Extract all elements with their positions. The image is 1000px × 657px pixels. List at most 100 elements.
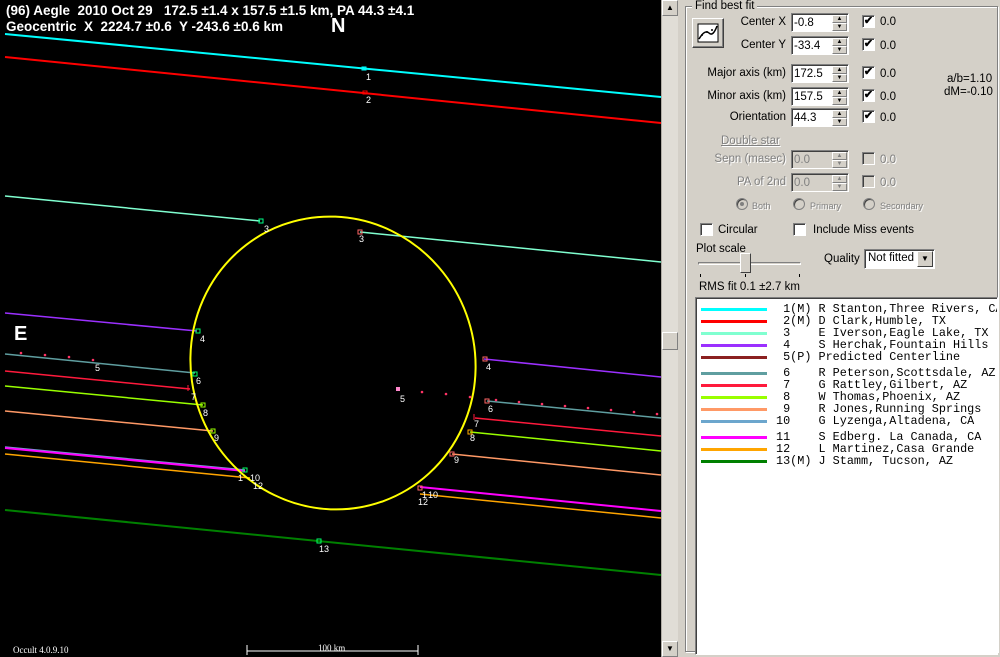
plot-scale-thumb[interactable] <box>740 253 751 273</box>
legend-observer: J Stamm, Tucson, AZ <box>818 454 954 468</box>
double-star-label: Double star <box>721 135 780 147</box>
center-y-input[interactable] <box>794 38 832 53</box>
scroll-thumb[interactable] <box>662 332 678 350</box>
orientation-result: 0.0 <box>880 112 896 124</box>
orientation-checkbox[interactable]: ✔ <box>862 110 875 123</box>
chord-line-2 <box>4 56 661 124</box>
minor-axis-stepper[interactable]: ▲ ▼ <box>791 87 849 106</box>
label-12-start: 12 <box>253 481 263 491</box>
spin-down-icon[interactable]: ▼ <box>832 23 847 31</box>
fit-panel: Find best fit Center X ▲ ▼ ✔ 0.0 Center … <box>678 0 1000 657</box>
asteroid-profile-ellipse <box>189 215 477 511</box>
spin-up-icon[interactable]: ▲ <box>832 152 847 160</box>
label-7-start: 7 <box>191 392 196 402</box>
event-markers <box>187 66 490 544</box>
chord-labels: 1 2 3 3 4 4 5 5 6 6 7 7 8 8 9 9 1 10 12 … <box>95 72 493 554</box>
sepn-result: 0.0 <box>880 154 896 166</box>
legend-swatch <box>701 344 767 347</box>
label-10-end: 10 <box>428 490 438 500</box>
spin-down-icon[interactable]: ▼ <box>832 97 847 105</box>
radio-both[interactable] <box>736 198 748 210</box>
legend-text: 10 G Lyzenga,Altadena, CA <box>776 414 974 428</box>
center-x-stepper[interactable]: ▲ ▼ <box>791 13 849 32</box>
center-y-checkbox[interactable]: ✔ <box>862 38 875 51</box>
minor-axis-input[interactable] <box>794 89 832 104</box>
quality-select[interactable]: Not fitted ▼ <box>864 249 935 269</box>
label-6-end: 6 <box>488 404 493 414</box>
vertical-scrollbar[interactable]: ▲ ▼ <box>661 0 678 657</box>
radio-primary[interactable] <box>793 198 805 210</box>
spin-up-icon[interactable]: ▲ <box>832 66 847 74</box>
center-y-stepper[interactable]: ▲ ▼ <box>791 36 849 55</box>
spin-up-icon[interactable]: ▲ <box>832 175 847 183</box>
scroll-up-icon[interactable]: ▲ <box>662 0 678 16</box>
rms-fit-label: RMS fit 0.1 ±2.7 km <box>699 281 800 293</box>
label-7-end: 7 <box>474 419 479 429</box>
occultation-plot[interactable]: 1 2 3 3 4 4 5 5 6 6 7 7 8 8 9 9 1 10 12 … <box>0 0 661 657</box>
chord-line-1 <box>4 33 661 98</box>
minor-axis-result: 0.0 <box>880 91 896 103</box>
circular-checkbox[interactable] <box>700 223 713 236</box>
spin-down-icon[interactable]: ▼ <box>832 118 847 126</box>
center-x-checkbox[interactable]: ✔ <box>862 15 875 28</box>
label-1-start: 1 <box>366 72 371 82</box>
ratio-dm: dM=-0.10 <box>944 86 993 98</box>
chevron-down-icon[interactable]: ▼ <box>917 251 933 267</box>
legend-number: 5(P) <box>776 350 812 364</box>
radio-both-label: Both <box>752 201 771 211</box>
legend-swatch <box>701 448 767 451</box>
sepn-input[interactable] <box>794 152 832 167</box>
legend-row[interactable]: 13(M) J Stamm, Tucson, AZ <box>696 454 997 468</box>
minor-axis-checkbox[interactable]: ✔ <box>862 89 875 102</box>
include-miss-label: Include Miss events <box>813 224 914 236</box>
spin-down-icon[interactable]: ▼ <box>832 74 847 82</box>
major-axis-stepper[interactable]: ▲ ▼ <box>791 64 849 83</box>
spin-up-icon[interactable]: ▲ <box>832 110 847 118</box>
center-x-result: 0.0 <box>880 16 896 28</box>
orientation-input[interactable] <box>794 110 832 125</box>
pa2-stepper[interactable]: ▲ ▼ <box>791 173 849 192</box>
legend-row[interactable]: 5(P) Predicted Centerline <box>696 350 997 364</box>
major-axis-input[interactable] <box>794 66 832 81</box>
spin-down-icon[interactable]: ▼ <box>832 46 847 54</box>
sepn-checkbox[interactable] <box>862 152 875 165</box>
legend-row[interactable]: 10 G Lyzenga,Altadena, CA <box>696 414 997 428</box>
quality-label: Quality <box>824 253 860 265</box>
label-6-start: 6 <box>196 376 201 386</box>
legend-swatch <box>701 308 767 311</box>
center-x-input[interactable] <box>794 15 832 30</box>
pa2-input[interactable] <box>794 175 832 190</box>
chord-line-3a <box>4 195 261 222</box>
plot-scale-label: Plot scale <box>696 243 746 255</box>
scroll-down-icon[interactable]: ▼ <box>662 641 678 657</box>
chord-line-7b <box>474 417 661 437</box>
sepn-stepper[interactable]: ▲ ▼ <box>791 150 849 169</box>
legend-swatch <box>701 372 767 375</box>
label-3-start: 3 <box>264 224 269 234</box>
legend-swatch <box>701 408 767 411</box>
spin-up-icon[interactable]: ▲ <box>832 89 847 97</box>
chord-line-4a <box>4 312 198 332</box>
radio-secondary[interactable] <box>863 198 875 210</box>
legend-number: 13(M) <box>776 454 812 468</box>
east-label: E <box>14 323 28 345</box>
minor-axis-label: Minor axis (km) <box>707 90 786 102</box>
spin-up-icon[interactable]: ▲ <box>832 15 847 23</box>
center-x-label: Center X <box>740 16 786 28</box>
chord-line-8a <box>4 385 204 406</box>
observer-legend[interactable]: 1(M) R Stanton,Three Rivers, CA 2(M) D C… <box>695 297 998 655</box>
label-9-end: 9 <box>454 455 459 465</box>
legend-swatch <box>701 436 767 439</box>
major-axis-checkbox[interactable]: ✔ <box>862 66 875 79</box>
chord-line-9a <box>4 410 214 432</box>
radio-secondary-label: Secondary <box>880 201 924 211</box>
spin-up-icon[interactable]: ▲ <box>832 38 847 46</box>
spin-down-icon[interactable]: ▼ <box>832 183 847 191</box>
include-miss-checkbox[interactable] <box>793 223 806 236</box>
pa2-checkbox[interactable] <box>862 175 875 188</box>
orientation-label: Orientation <box>729 111 786 123</box>
orientation-stepper[interactable]: ▲ ▼ <box>791 108 849 127</box>
legend-swatch <box>701 332 767 335</box>
spin-down-icon[interactable]: ▼ <box>832 160 847 168</box>
sepn-label: Sepn (masec) <box>714 153 786 165</box>
